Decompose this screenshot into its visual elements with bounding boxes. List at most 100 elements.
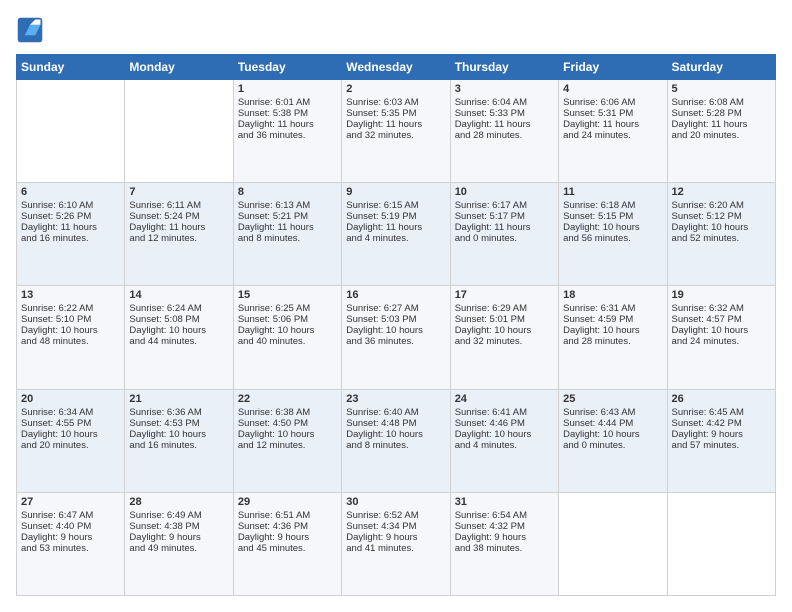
calendar-cell	[17, 80, 125, 183]
calendar-cell: 11Sunrise: 6:18 AMSunset: 5:15 PMDayligh…	[559, 183, 667, 286]
calendar-cell: 8Sunrise: 6:13 AMSunset: 5:21 PMDaylight…	[233, 183, 341, 286]
day-info-line: Sunset: 5:01 PM	[455, 314, 554, 325]
day-number: 8	[238, 186, 337, 198]
day-info-line: Sunrise: 6:43 AM	[563, 407, 662, 418]
day-info-line: Sunset: 4:50 PM	[238, 418, 337, 429]
day-info-line: Daylight: 10 hours	[238, 325, 337, 336]
day-info-line: and 40 minutes.	[238, 336, 337, 347]
page: SundayMondayTuesdayWednesdayThursdayFrid…	[0, 0, 792, 612]
day-info-line: Daylight: 9 hours	[455, 532, 554, 543]
day-info-line: Daylight: 10 hours	[455, 325, 554, 336]
calendar-week-row: 6Sunrise: 6:10 AMSunset: 5:26 PMDaylight…	[17, 183, 776, 286]
day-info-line: Daylight: 10 hours	[563, 429, 662, 440]
day-info-line: Sunset: 5:06 PM	[238, 314, 337, 325]
day-info-line: Sunset: 5:24 PM	[129, 211, 228, 222]
day-info-line: Daylight: 10 hours	[129, 429, 228, 440]
day-info-line: Sunset: 5:19 PM	[346, 211, 445, 222]
day-info-line: Daylight: 10 hours	[21, 429, 120, 440]
calendar-cell	[667, 492, 775, 595]
calendar-week-row: 27Sunrise: 6:47 AMSunset: 4:40 PMDayligh…	[17, 492, 776, 595]
day-info-line: and 41 minutes.	[346, 543, 445, 554]
day-info-line: Daylight: 9 hours	[672, 429, 771, 440]
day-number: 4	[563, 83, 662, 95]
day-number: 7	[129, 186, 228, 198]
day-info-line: Sunset: 4:48 PM	[346, 418, 445, 429]
day-info-line: and 49 minutes.	[129, 543, 228, 554]
day-info-line: and 32 minutes.	[346, 130, 445, 141]
day-info-line: Daylight: 11 hours	[21, 222, 120, 233]
weekday-header-cell: Saturday	[667, 55, 775, 80]
day-info-line: Sunrise: 6:04 AM	[455, 97, 554, 108]
day-info-line: Sunrise: 6:03 AM	[346, 97, 445, 108]
calendar-cell: 28Sunrise: 6:49 AMSunset: 4:38 PMDayligh…	[125, 492, 233, 595]
calendar-cell: 12Sunrise: 6:20 AMSunset: 5:12 PMDayligh…	[667, 183, 775, 286]
day-info-line: Sunrise: 6:15 AM	[346, 200, 445, 211]
day-info-line: and 28 minutes.	[455, 130, 554, 141]
calendar-cell: 21Sunrise: 6:36 AMSunset: 4:53 PMDayligh…	[125, 389, 233, 492]
day-info-line: Sunset: 5:33 PM	[455, 108, 554, 119]
weekday-header-cell: Sunday	[17, 55, 125, 80]
calendar-cell: 22Sunrise: 6:38 AMSunset: 4:50 PMDayligh…	[233, 389, 341, 492]
day-number: 18	[563, 289, 662, 301]
day-info-line: and 12 minutes.	[238, 440, 337, 451]
day-info-line: Sunset: 5:35 PM	[346, 108, 445, 119]
day-number: 2	[346, 83, 445, 95]
day-info-line: Sunset: 4:44 PM	[563, 418, 662, 429]
day-info-line: Daylight: 10 hours	[346, 325, 445, 336]
day-info-line: Sunset: 4:55 PM	[21, 418, 120, 429]
day-info-line: and 48 minutes.	[21, 336, 120, 347]
day-info-line: and 38 minutes.	[455, 543, 554, 554]
day-info-line: Sunrise: 6:08 AM	[672, 97, 771, 108]
day-info-line: Daylight: 11 hours	[129, 222, 228, 233]
day-info-line: and 0 minutes.	[563, 440, 662, 451]
logo	[16, 16, 48, 44]
day-info-line: Sunrise: 6:20 AM	[672, 200, 771, 211]
calendar-cell: 16Sunrise: 6:27 AMSunset: 5:03 PMDayligh…	[342, 286, 450, 389]
day-number: 31	[455, 496, 554, 508]
day-info-line: Daylight: 11 hours	[346, 222, 445, 233]
day-info-line: Daylight: 10 hours	[346, 429, 445, 440]
calendar-cell: 29Sunrise: 6:51 AMSunset: 4:36 PMDayligh…	[233, 492, 341, 595]
day-number: 20	[21, 393, 120, 405]
day-info-line: Sunrise: 6:45 AM	[672, 407, 771, 418]
calendar-cell: 2Sunrise: 6:03 AMSunset: 5:35 PMDaylight…	[342, 80, 450, 183]
day-info-line: Sunrise: 6:06 AM	[563, 97, 662, 108]
day-info-line: Sunrise: 6:31 AM	[563, 303, 662, 314]
calendar-cell: 5Sunrise: 6:08 AMSunset: 5:28 PMDaylight…	[667, 80, 775, 183]
day-info-line: Daylight: 11 hours	[672, 119, 771, 130]
day-info-line: Daylight: 11 hours	[455, 222, 554, 233]
day-info-line: Sunrise: 6:01 AM	[238, 97, 337, 108]
day-info-line: Daylight: 11 hours	[238, 119, 337, 130]
calendar-cell: 31Sunrise: 6:54 AMSunset: 4:32 PMDayligh…	[450, 492, 558, 595]
day-info-line: Sunrise: 6:49 AM	[129, 510, 228, 521]
day-info-line: Sunrise: 6:17 AM	[455, 200, 554, 211]
calendar-table: SundayMondayTuesdayWednesdayThursdayFrid…	[16, 54, 776, 596]
calendar-week-row: 20Sunrise: 6:34 AMSunset: 4:55 PMDayligh…	[17, 389, 776, 492]
day-info-line: Sunset: 5:21 PM	[238, 211, 337, 222]
day-number: 10	[455, 186, 554, 198]
day-info-line: Sunrise: 6:36 AM	[129, 407, 228, 418]
day-info-line: and 28 minutes.	[563, 336, 662, 347]
day-info-line: Daylight: 10 hours	[672, 222, 771, 233]
day-number: 17	[455, 289, 554, 301]
calendar-cell: 18Sunrise: 6:31 AMSunset: 4:59 PMDayligh…	[559, 286, 667, 389]
day-info-line: Sunset: 5:38 PM	[238, 108, 337, 119]
day-info-line: and 53 minutes.	[21, 543, 120, 554]
calendar-body: 1Sunrise: 6:01 AMSunset: 5:38 PMDaylight…	[17, 80, 776, 596]
calendar-cell: 23Sunrise: 6:40 AMSunset: 4:48 PMDayligh…	[342, 389, 450, 492]
day-info-line: Sunset: 4:53 PM	[129, 418, 228, 429]
day-info-line: Sunset: 4:36 PM	[238, 521, 337, 532]
day-info-line: Sunrise: 6:41 AM	[455, 407, 554, 418]
weekday-header-row: SundayMondayTuesdayWednesdayThursdayFrid…	[17, 55, 776, 80]
day-number: 28	[129, 496, 228, 508]
day-info-line: Sunset: 4:42 PM	[672, 418, 771, 429]
day-info-line: and 24 minutes.	[672, 336, 771, 347]
day-number: 27	[21, 496, 120, 508]
day-info-line: Daylight: 10 hours	[238, 429, 337, 440]
day-number: 5	[672, 83, 771, 95]
day-info-line: Sunset: 5:17 PM	[455, 211, 554, 222]
weekday-header-cell: Tuesday	[233, 55, 341, 80]
day-info-line: Sunrise: 6:52 AM	[346, 510, 445, 521]
day-info-line: Sunset: 5:03 PM	[346, 314, 445, 325]
calendar-cell: 6Sunrise: 6:10 AMSunset: 5:26 PMDaylight…	[17, 183, 125, 286]
